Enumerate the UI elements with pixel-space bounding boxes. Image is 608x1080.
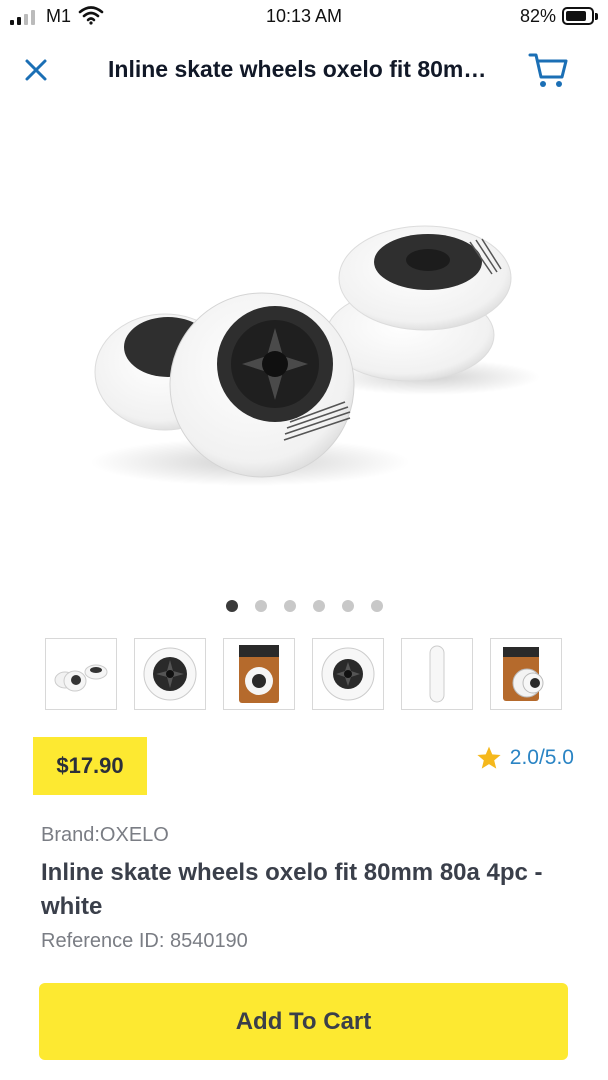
pagination-dot[interactable] [254, 600, 267, 612]
pagination-dot[interactable] [370, 600, 383, 612]
thumbnail-package-2[interactable] [490, 638, 562, 710]
package-thumb-image [503, 647, 544, 701]
add-to-cart-button[interactable]: Add To Cart [39, 983, 568, 1060]
rating[interactable]: 2.0/5.0 [476, 745, 574, 771]
pagination-dot[interactable] [225, 600, 238, 612]
battery-nub [595, 13, 598, 20]
price-badge: $17.90 [33, 737, 147, 795]
thumbnail-wheel-side[interactable] [401, 638, 473, 710]
thumbnail-strip [45, 638, 562, 710]
clock: 10:13 AM [265, 6, 343, 26]
cart-icon[interactable] [526, 50, 570, 90]
pagination-dot[interactable] [341, 600, 354, 612]
thumbnail-wheel-set[interactable] [45, 638, 117, 710]
status-bar: M1 10:13 AM 82% [0, 0, 608, 36]
battery-percent: 82% [519, 6, 556, 26]
product-name: Inline skate wheels oxelo fit 80mm 80a 4… [41, 859, 543, 920]
close-icon[interactable] [20, 54, 52, 86]
wheel-set-thumb-image [54, 664, 108, 692]
package-thumb-image [239, 645, 279, 703]
page-title: Inline skate wheels oxelo fit 80mm 80a 4… [108, 56, 492, 82]
thumbnail-package[interactable] [223, 638, 295, 710]
thumbnail-wheel-front-2[interactable] [312, 638, 384, 710]
wheel-side-thumb-image [429, 645, 445, 703]
battery-icon [562, 7, 598, 25]
top-navigation: Inline skate wheels oxelo fit 80mm 80a 4… [0, 36, 608, 102]
pagination-dot[interactable] [312, 600, 325, 612]
battery-fill [566, 11, 586, 21]
brand-label: Brand:OXELO [41, 824, 169, 846]
price: $17.90 [56, 753, 124, 778]
image-pagination [0, 600, 608, 612]
thumbnail-wheel-front[interactable] [134, 638, 206, 710]
wheel-front-thumb-image [143, 647, 197, 701]
product-image[interactable] [0, 102, 608, 590]
rating-value: 2.0/5.0 [509, 746, 574, 769]
star-icon [477, 746, 501, 769]
pagination-dot[interactable] [283, 600, 296, 612]
reference-id: Reference ID: 8540190 [41, 930, 248, 952]
wheel-front-thumb-image [321, 647, 375, 701]
